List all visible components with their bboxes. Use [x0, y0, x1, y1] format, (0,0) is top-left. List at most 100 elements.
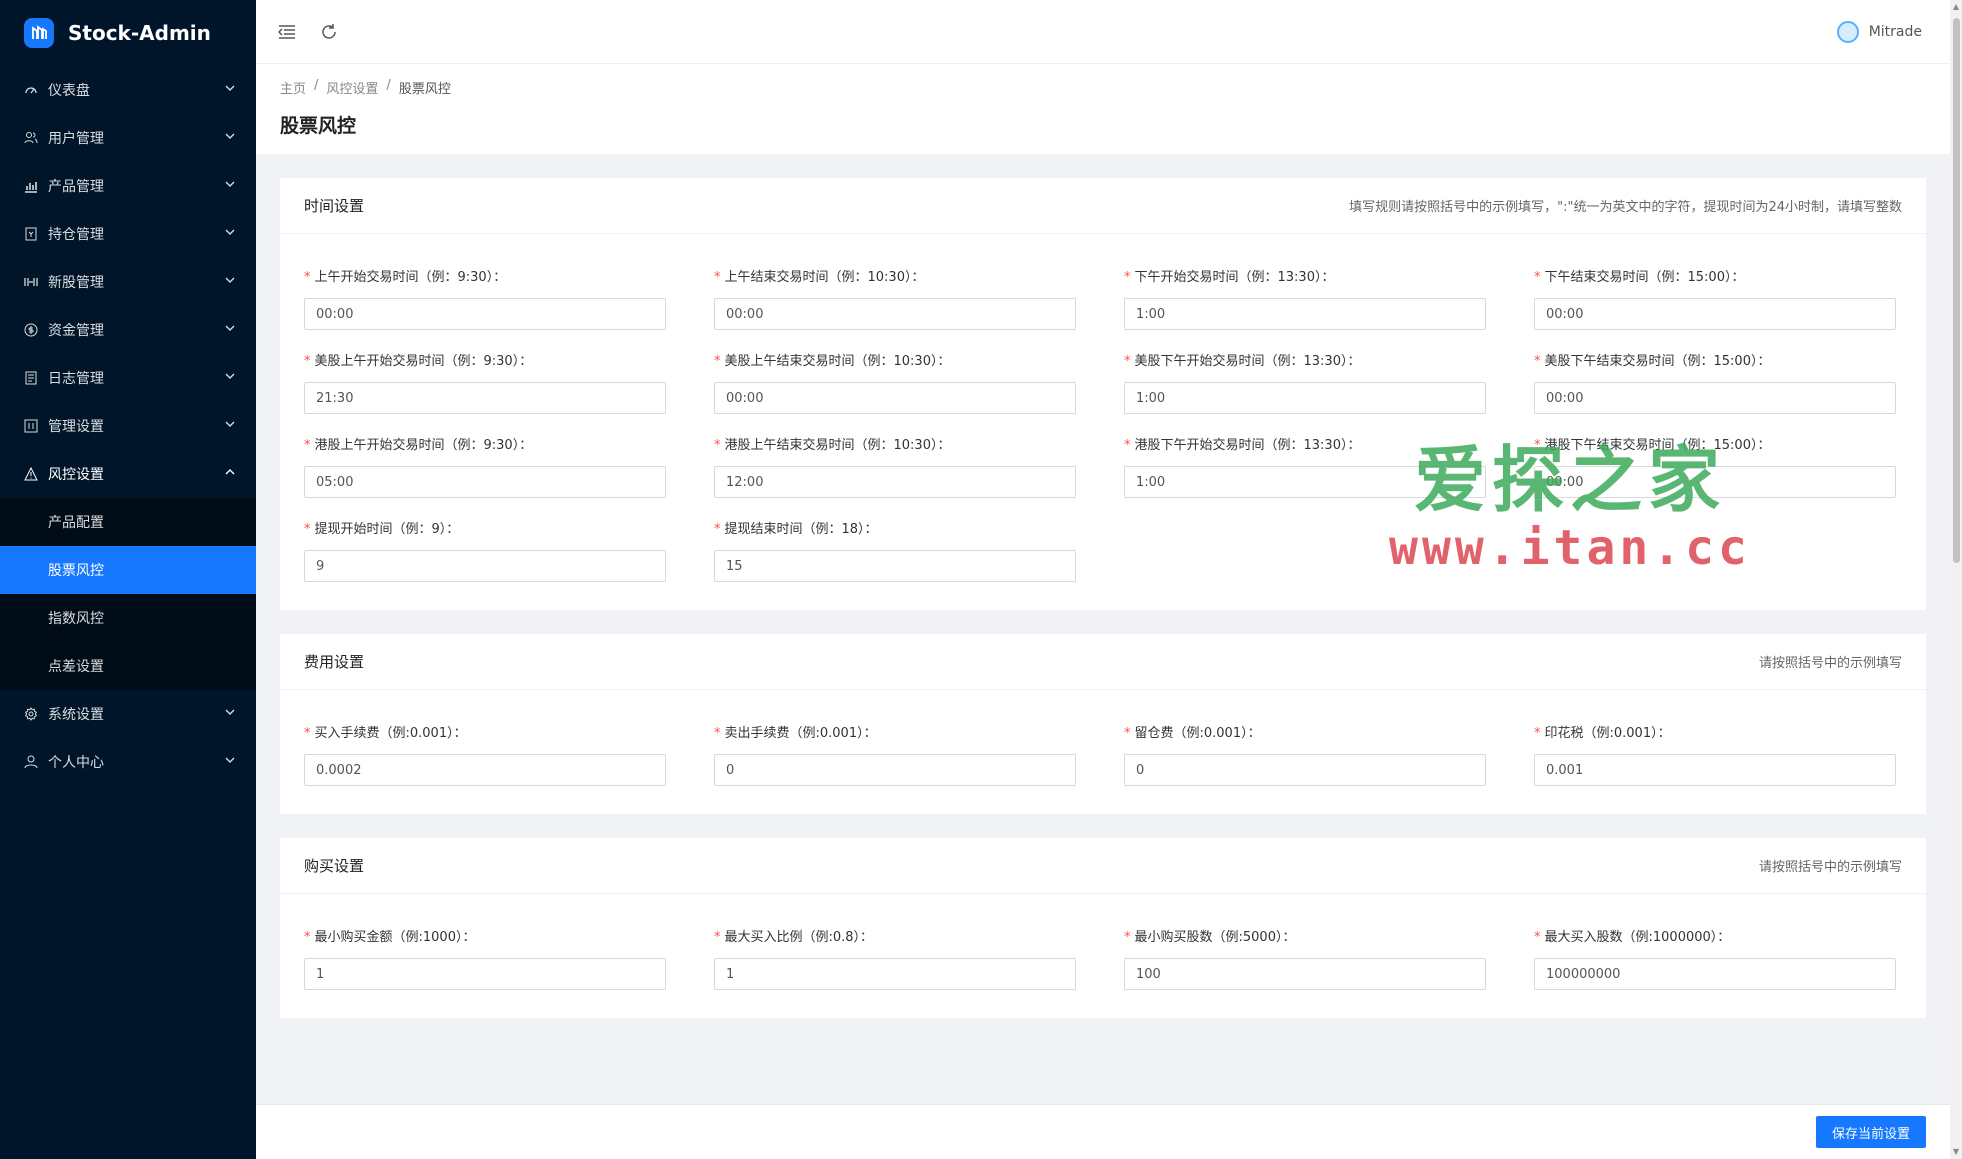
form-field: * 港股下午开始交易时间（例：13:30）：	[1124, 434, 1486, 498]
breadcrumb-home[interactable]: 主页	[280, 78, 306, 97]
card-header: 时间设置 填写规则请按照括号中的示例填写，":"统一为英文中的字符，提现时间为24…	[280, 178, 1926, 234]
field-label: * 下午结束交易时间（例：15:00）：	[1534, 270, 1745, 285]
field-input[interactable]	[1534, 298, 1896, 330]
field-input[interactable]	[714, 958, 1076, 990]
field-input[interactable]	[714, 298, 1076, 330]
field-input[interactable]	[1124, 754, 1486, 786]
sidebar-item-5[interactable]: 资金管理	[0, 306, 256, 354]
sidebar-item-3[interactable]: 持仓管理	[0, 210, 256, 258]
field-input[interactable]	[304, 298, 666, 330]
scroll-up-arrow-icon[interactable]: ▲	[1952, 3, 1960, 11]
sidebar-item-label: 用户管理	[48, 131, 104, 147]
save-settings-button[interactable]: 保存当前设置	[1815, 1116, 1926, 1148]
scroll-down-arrow-icon[interactable]: ▼	[1952, 1148, 1960, 1156]
chevron-down-icon	[224, 370, 236, 386]
field-label: * 印花税（例:0.001）：	[1534, 726, 1671, 741]
field-input[interactable]	[304, 550, 666, 582]
field-label: * 买入手续费（例:0.001）：	[304, 726, 467, 741]
field-input[interactable]	[1124, 958, 1486, 990]
gear-icon	[24, 707, 38, 721]
sidebar-item-4[interactable]: 新股管理	[0, 258, 256, 306]
form-field: * 美股下午结束交易时间（例：15:00）：	[1534, 350, 1896, 414]
field-input[interactable]	[304, 754, 666, 786]
field-input[interactable]	[714, 466, 1076, 498]
main-content: 时间设置 填写规则请按照括号中的示例填写，":"统一为英文中的字符，提现时间为24…	[256, 154, 1950, 1104]
sidebar-item-1[interactable]: 用户管理	[0, 114, 256, 162]
form-field: * 提现开始时间（例：9）：	[304, 518, 666, 582]
logo-icon	[24, 18, 54, 48]
field-input[interactable]	[304, 382, 666, 414]
chevron-down-icon	[224, 82, 236, 98]
submenu-item-1[interactable]: 股票风控	[0, 546, 256, 594]
footer-bar: 保存当前设置	[256, 1104, 1950, 1159]
required-mark: *	[1124, 270, 1131, 285]
field-input[interactable]	[714, 550, 1076, 582]
field-input[interactable]	[1534, 958, 1896, 990]
user-name: Mitrade	[1868, 23, 1922, 40]
submenu-item-0[interactable]: 产品配置	[0, 498, 256, 546]
chevron-down-icon	[224, 706, 236, 722]
field-label: * 提现开始时间（例：9）：	[304, 522, 460, 537]
refresh-icon[interactable]	[318, 21, 340, 43]
form-field: * 下午结束交易时间（例：15:00）：	[1534, 266, 1896, 330]
field-input[interactable]	[1124, 382, 1486, 414]
position-icon	[24, 227, 38, 241]
field-label: * 港股上午开始交易时间（例：9:30）：	[304, 438, 533, 453]
field-input[interactable]	[714, 754, 1076, 786]
submenu-item-2[interactable]: 指数风控	[0, 594, 256, 642]
sidebar-item-9[interactable]: 系统设置	[0, 690, 256, 738]
chevron-down-icon	[224, 754, 236, 770]
field-label: * 卖出手续费（例:0.001）：	[714, 726, 877, 741]
form-field: * 美股上午结束交易时间（例：10:30）：	[714, 350, 1076, 414]
sidebar-item-label: 日志管理	[48, 371, 104, 387]
required-mark: *	[1124, 438, 1131, 453]
sidebar-item-2[interactable]: 产品管理	[0, 162, 256, 210]
page-title: 股票风控	[280, 115, 357, 137]
field-input[interactable]	[1124, 466, 1486, 498]
menu-fold-icon[interactable]	[276, 21, 298, 43]
card-title: 时间设置	[304, 197, 365, 215]
submenu-item-label: 点差设置	[48, 659, 104, 675]
manage-icon	[24, 419, 38, 433]
card-hint: 填写规则请按照括号中的示例填写，":"统一为英文中的字符，提现时间为24小时制，…	[1349, 200, 1902, 215]
scroll-thumb[interactable]	[1953, 18, 1960, 563]
dollar-icon	[24, 323, 38, 337]
field-label: * 美股上午结束交易时间（例：10:30）：	[714, 354, 951, 369]
field-input[interactable]	[1534, 382, 1896, 414]
sidebar-menu: 仪表盘用户管理产品管理持仓管理新股管理 资金管理日志管理管理设置 风控设置产品配置股…	[0, 66, 256, 786]
user-menu[interactable]: Mitrade	[1836, 20, 1922, 43]
field-input[interactable]	[1124, 298, 1486, 330]
sidebar-item-8[interactable]: 风控设置	[0, 450, 256, 498]
field-input[interactable]	[1534, 466, 1896, 498]
required-mark: *	[304, 726, 311, 741]
submenu-item-3[interactable]: 点差设置	[0, 642, 256, 690]
field-label: * 美股下午开始交易时间（例：13:30）：	[1124, 354, 1361, 369]
form-field: * 印花税（例:0.001）：	[1534, 722, 1896, 786]
field-input[interactable]	[1534, 754, 1896, 786]
submenu-risk: 产品配置股票风控 指数风控点差设置	[0, 498, 256, 690]
submenu-item-label: 产品配置	[48, 515, 104, 531]
logo[interactable]: Stock-Admin	[0, 0, 256, 66]
required-mark: *	[1534, 438, 1541, 453]
page-scrollbar[interactable]: ▲ ▼	[1950, 0, 1962, 1159]
sidebar-item-7[interactable]: 管理设置	[0, 402, 256, 450]
chevron-down-icon	[224, 322, 236, 338]
field-input[interactable]	[304, 958, 666, 990]
sidebar-item-label: 持仓管理	[48, 227, 104, 243]
chart-icon	[24, 179, 38, 193]
sidebar-item-0[interactable]: 仪表盘	[0, 66, 256, 114]
form-field: * 上午开始交易时间（例：9:30）：	[304, 266, 666, 330]
sidebar-item-label: 个人中心	[48, 755, 104, 771]
form-field: * 下午开始交易时间（例：13:30）：	[1124, 266, 1486, 330]
field-input[interactable]	[714, 382, 1076, 414]
field-input[interactable]	[304, 466, 666, 498]
sidebar-item-6[interactable]: 日志管理	[0, 354, 256, 402]
sidebar-item-label: 系统设置	[48, 707, 104, 723]
required-mark: *	[714, 270, 721, 285]
chevron-down-icon	[224, 178, 236, 194]
form-field: * 最小购买金额（例:1000）：	[304, 926, 666, 990]
breadcrumb-risk[interactable]: 风控设置	[326, 78, 378, 97]
field-label: * 最小购买金额（例:1000）：	[304, 930, 476, 945]
warning-icon	[24, 467, 38, 481]
sidebar-item-10[interactable]: 个人中心	[0, 738, 256, 786]
